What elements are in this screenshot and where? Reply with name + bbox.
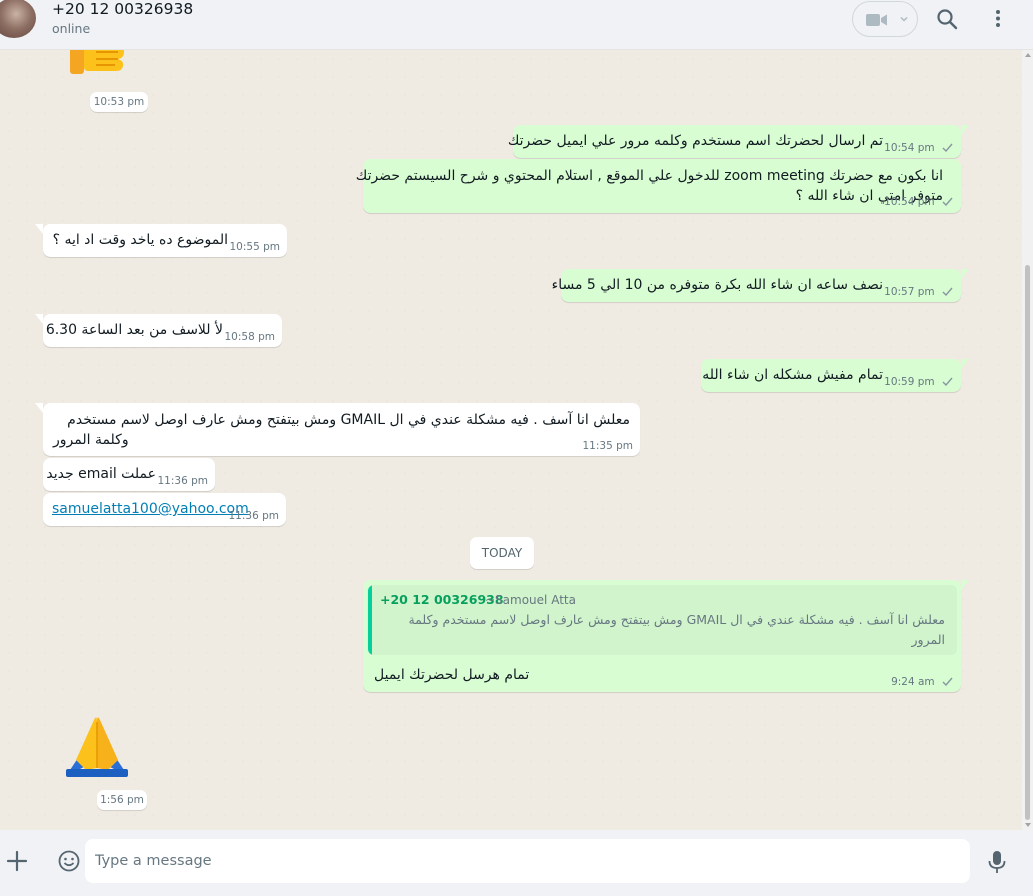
message-meta: 10:57 pm (884, 285, 953, 299)
quoted-message[interactable]: +20 12 00326938 ~Samouel Atta معلش انا آ… (368, 585, 957, 655)
message-text: تمام مفيش مشكله ان شاء الله (702, 367, 883, 383)
bubble-tail (961, 269, 969, 279)
message-text: الموضوع ده ياخد وقت اد ايه ؟ (52, 232, 228, 248)
message-time: 10:58 pm (224, 331, 276, 343)
date-divider: TODAY (470, 537, 534, 569)
video-call-icon (866, 14, 887, 26)
message-time: 10:54 pm (884, 142, 935, 154)
message-meta: 9:24 am (891, 675, 953, 689)
scroll-down-arrow[interactable] (1025, 823, 1031, 827)
outgoing-message[interactable]: نصف ساعه ان شاء الله بكرة متوفره من 10 ا… (552, 269, 969, 302)
chat-header: +20 12 00326938 online (0, 0, 1033, 50)
outgoing-message[interactable]: تمام مفيش مشكله ان شاء الله 10:59 pm (701, 359, 969, 392)
message-meta: 10:54 pm (884, 195, 953, 209)
message-meta: 10:59 pm (884, 375, 953, 389)
quoted-text: معلش انا آسف . فيه مشكلة عندي في ال GMAI… (408, 612, 945, 647)
search-icon[interactable] (936, 8, 958, 30)
message-text: لأ للاسف من بعد الساعة 6.30 (45, 322, 223, 338)
message-text: نصف ساعه ان شاء الله بكرة متوفره من 10 ا… (551, 277, 883, 293)
bubble-tail (961, 580, 969, 590)
email-link[interactable]: samuelatta100@yahoo.com (52, 499, 249, 519)
message-text: عملت email جديد (46, 466, 156, 482)
message-time: 11:36 pm (157, 475, 209, 487)
incoming-message[interactable]: عملت email جديد 11:36 pm (43, 458, 215, 491)
message-time: 10:57 pm (884, 286, 935, 298)
bubble-tail (961, 125, 969, 135)
sent-tick-icon (942, 197, 953, 206)
chat-scrollbar[interactable] (1022, 50, 1033, 830)
message-text: تمام هرسل لحضرتك ايميل (374, 667, 530, 683)
message-time: 10:59 pm (884, 376, 935, 388)
praying-hands-emoji (66, 717, 128, 777)
emoji-icon[interactable] (57, 849, 81, 873)
microphone-icon[interactable] (987, 850, 1007, 874)
sent-tick-icon (942, 143, 953, 152)
composer-bar (0, 830, 1033, 896)
menu-icon[interactable] (988, 8, 1008, 30)
bubble-tail (961, 359, 969, 369)
emoji-timestamp: 1:56 pm (97, 790, 147, 810)
incoming-message[interactable]: الموضوع ده ياخد وقت اد ايه ؟ 10:55 pm (35, 224, 287, 257)
sent-tick-icon (942, 677, 953, 686)
outgoing-message[interactable]: تم ارسال لحضرتك اسم مستخدم وكلمه مرور عل… (508, 125, 969, 158)
quote-accent-bar (368, 585, 372, 655)
quoted-sender-name: ~Samouel Atta (485, 593, 576, 607)
outgoing-message[interactable]: انا بكون مع حضرتك zoom meeting للدخول عل… (356, 159, 961, 213)
message-time: 9:24 am (891, 676, 935, 688)
bubble-tail (35, 314, 43, 324)
plus-icon[interactable] (6, 850, 28, 872)
contact-name[interactable]: +20 12 00326938 (52, 0, 193, 18)
chevron-down-icon (900, 16, 908, 22)
message-time: 10:54 pm (884, 196, 935, 208)
incoming-message[interactable]: معلش انا آسف . فيه مشكلة عندي في ال GMAI… (35, 403, 640, 456)
incoming-message[interactable]: لأ للاسف من بعد الساعة 6.30 10:58 pm (35, 314, 282, 347)
message-time: 11:36 pm (228, 510, 280, 522)
sent-tick-icon (942, 287, 953, 296)
video-call-button[interactable] (852, 1, 918, 37)
scroll-thumb[interactable] (1025, 265, 1030, 820)
message-input[interactable] (85, 839, 970, 883)
message-meta: 10:54 pm (884, 141, 953, 155)
message-time: 11:35 pm (582, 440, 634, 452)
message-text-line1: معلش انا آسف . فيه مشكلة عندي في ال GMAI… (67, 412, 630, 428)
incoming-message[interactable]: samuelatta100@yahoo.com 11:36 pm (43, 493, 286, 526)
message-list[interactable]: 10:53 pm تم ارسال لحضرتك اسم مستخدم وكلم… (0, 50, 1022, 830)
contact-status: online (52, 21, 91, 36)
sent-tick-icon (942, 377, 953, 386)
message-time: 10:55 pm (229, 241, 281, 253)
bubble-tail (35, 224, 43, 234)
outgoing-reply-message[interactable]: +20 12 00326938 ~Samouel Atta معلش انا آ… (363, 580, 969, 692)
emoji-timestamp: 10:53 pm (90, 92, 148, 112)
scroll-up-arrow[interactable] (1025, 53, 1031, 57)
bubble-tail (35, 403, 43, 413)
thumbs-up-emoji (70, 50, 124, 74)
message-text: تم ارسال لحضرتك اسم مستخدم وكلمه مرور عل… (507, 133, 883, 149)
avatar[interactable] (0, 0, 36, 38)
message-text-line1: انا بكون مع حضرتك zoom meeting للدخول عل… (355, 168, 943, 184)
message-text-line2: وكلمة المرور (53, 432, 129, 448)
